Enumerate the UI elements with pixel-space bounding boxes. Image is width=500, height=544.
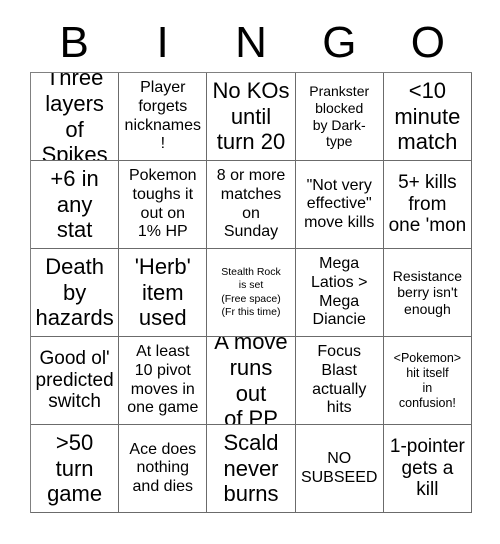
bingo-cell[interactable]: Resistance berry isn't enough (383, 249, 472, 337)
bingo-cell[interactable]: "Not very effective" move kills (295, 161, 384, 249)
bingo-cell-label: Resistance berry isn't enough (392, 267, 463, 317)
bingo-cell-label: No KOs until turn 20 (212, 78, 290, 155)
bingo-cell-label: Pokemon toughs it out on 1% HP (128, 167, 197, 241)
bingo-cell-label: "Not very effective" move kills (304, 176, 375, 231)
bingo-cell[interactable]: 1-pointer gets a kill (383, 425, 472, 513)
bingo-header-letter-b: B (59, 18, 89, 67)
bingo-cell[interactable]: Pokemon toughs it out on 1% HP (119, 161, 208, 249)
bingo-cell-label: A move runs out of PP (214, 337, 288, 425)
bingo-header-letter-o: O (410, 18, 445, 67)
bingo-cell[interactable]: Prankster blocked by Dark- type (295, 73, 384, 161)
bingo-cell[interactable]: +6 in any stat (31, 161, 120, 249)
bingo-cell[interactable]: Good ol' predicted switch (31, 337, 120, 425)
bingo-cell[interactable]: Mega Latios > Mega Diancie (295, 249, 384, 337)
bingo-cell-label: Death by hazards (35, 254, 114, 331)
bingo-cell-label: <10 minute match (394, 78, 461, 155)
bingo-cell[interactable]: <Pokemon> hit itself in confusion! (383, 337, 472, 425)
bingo-cell-label: <Pokemon> hit itself in confusion! (393, 350, 462, 410)
bingo-cell-label: Ace does nothing and dies (129, 440, 197, 495)
bingo-cell[interactable]: >50 turn game (31, 425, 120, 513)
bingo-header-row: B I N G O (30, 14, 472, 72)
bingo-header-letter-n: N (235, 18, 267, 67)
bingo-cell-label: 8 or more matches on Sunday (216, 167, 286, 241)
bingo-cell-label: +6 in any stat (50, 166, 99, 243)
bingo-cell-label: >50 turn game (47, 430, 103, 507)
bingo-cell[interactable]: 8 or more matches on Sunday (207, 161, 296, 249)
bingo-cell[interactable]: A move runs out of PP (207, 337, 296, 425)
bingo-cell[interactable]: Focus Blast actually hits (295, 337, 384, 425)
bingo-cell[interactable]: Player forgets nicknames! (119, 73, 208, 161)
bingo-header-letter-g: G (322, 18, 357, 67)
bingo-cell[interactable]: 'Herb' item used (119, 249, 208, 337)
bingo-cell-label: Prankster blocked by Dark- type (309, 83, 370, 150)
bingo-cell[interactable]: <10 minute match (383, 73, 472, 161)
bingo-grid: Three layers of Spikes Player forgets nic… (30, 72, 472, 513)
bingo-cell-label: Mega Latios > Mega Diancie (310, 255, 368, 329)
bingo-cell-label: NO SUBSEED (300, 449, 378, 486)
bingo-cell-label: Three layers of Spikes (41, 73, 108, 161)
bingo-cell-label: 5+ kills from one 'mon (388, 171, 467, 237)
bingo-cell-label: At least 10 pivot moves in one game (127, 343, 199, 417)
bingo-cell-label: Player forgets nicknames! (124, 79, 202, 153)
bingo-cell[interactable]: Three layers of Spikes (31, 73, 120, 161)
bingo-cell-label: Scald never burns (223, 430, 279, 507)
bingo-cell[interactable]: Death by hazards (31, 249, 120, 337)
bingo-cell-label: Focus Blast actually hits (312, 343, 367, 417)
bingo-free-space-cell[interactable]: Stealth Rock is set (Free space) (Fr thi… (207, 249, 296, 337)
bingo-cell[interactable]: No KOs until turn 20 (207, 73, 296, 161)
bingo-card: B I N G O Three layers of Spikes Player f… (0, 0, 500, 544)
bingo-header-letter-i: I (156, 18, 169, 67)
bingo-cell[interactable]: 5+ kills from one 'mon (383, 161, 472, 249)
bingo-cell[interactable]: At least 10 pivot moves in one game (119, 337, 208, 425)
bingo-cell[interactable]: NO SUBSEED (295, 425, 384, 513)
bingo-cell-label: Good ol' predicted switch (35, 347, 114, 413)
bingo-cell-label: 1-pointer gets a kill (389, 435, 465, 501)
bingo-cell-label: 'Herb' item used (134, 254, 191, 331)
bingo-cell[interactable]: Ace does nothing and dies (119, 425, 208, 513)
bingo-cell-label: Stealth Rock is set (Free space) (Fr thi… (221, 266, 281, 318)
bingo-cell[interactable]: Scald never burns (207, 425, 296, 513)
